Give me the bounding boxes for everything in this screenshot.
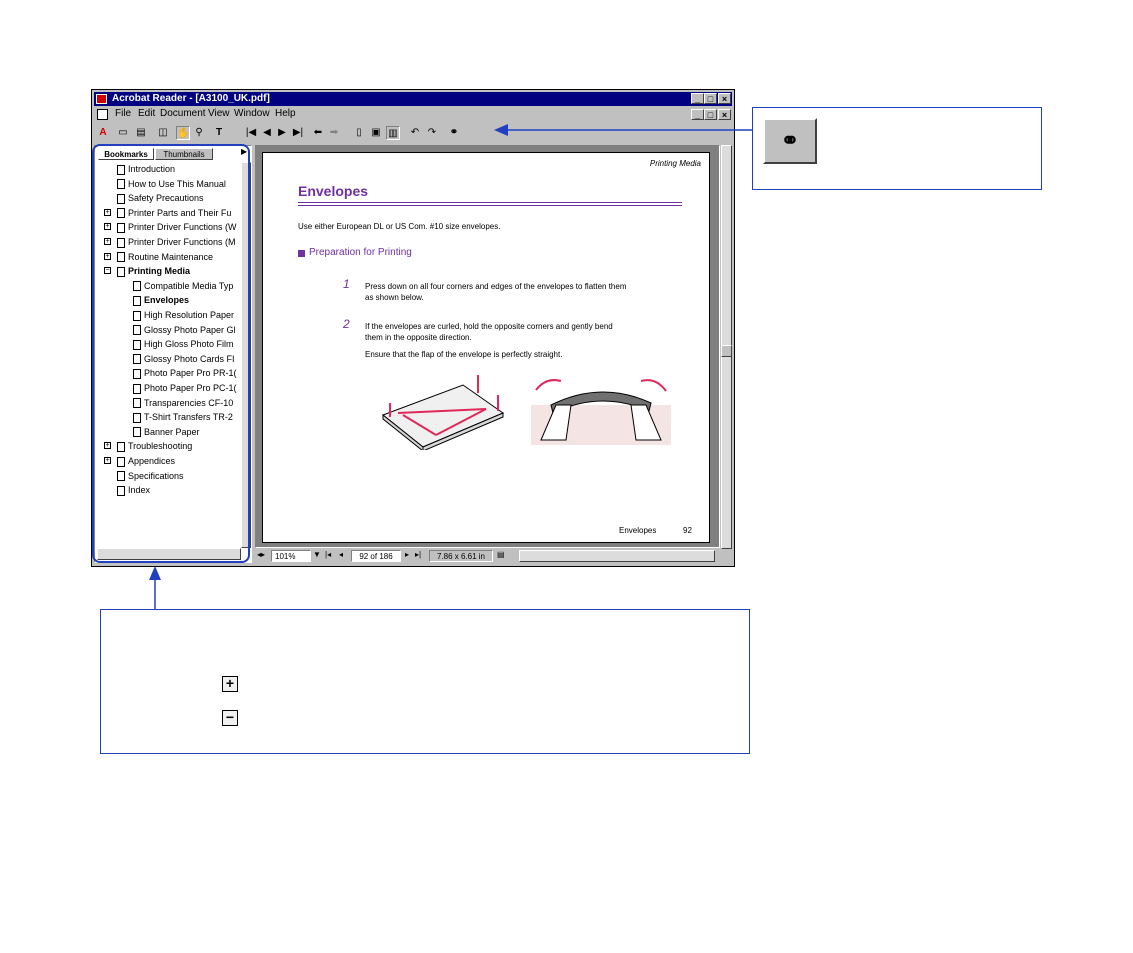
collapse-minus-icon: − <box>222 710 238 726</box>
expand-plus-icon: + <box>222 676 238 692</box>
binoculars-icon: ⚭ <box>763 118 817 164</box>
find-callout: ⚭ <box>752 107 1042 190</box>
bookmarks-callout: + − <box>100 609 750 754</box>
